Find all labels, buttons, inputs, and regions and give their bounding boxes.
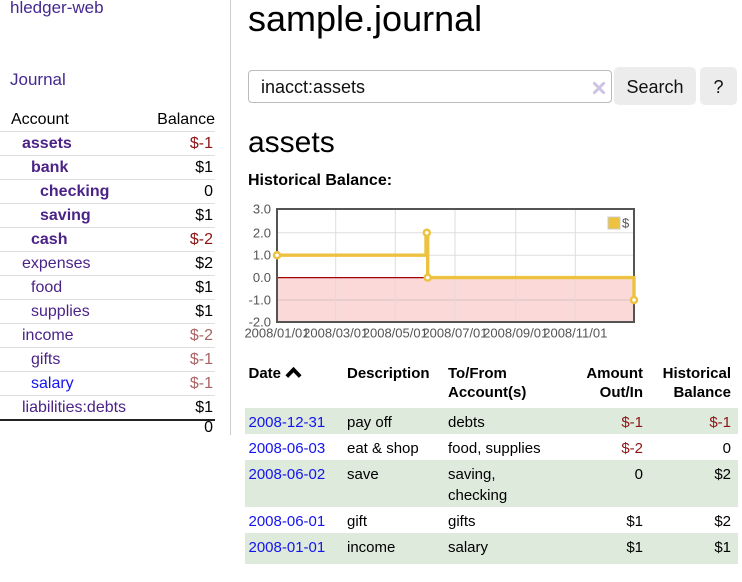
svg-text:2.0: 2.0: [253, 225, 271, 240]
svg-text:3.0: 3.0: [253, 202, 271, 217]
svg-text:2008/09/01: 2008/09/01: [483, 326, 548, 341]
svg-text:2008/05/01: 2008/05/01: [363, 326, 428, 341]
svg-text:0.0: 0.0: [253, 270, 271, 285]
svg-text:2008/07/01: 2008/07/01: [422, 326, 487, 341]
svg-text:-1.0: -1.0: [249, 293, 271, 308]
svg-text:$: $: [622, 216, 630, 231]
svg-text:2008/11/01: 2008/11/01: [543, 326, 607, 341]
svg-text:1.0: 1.0: [253, 248, 271, 263]
svg-text:2008/01/01: 2008/01/01: [244, 326, 309, 341]
svg-text:2008/03/01: 2008/03/01: [303, 326, 368, 341]
